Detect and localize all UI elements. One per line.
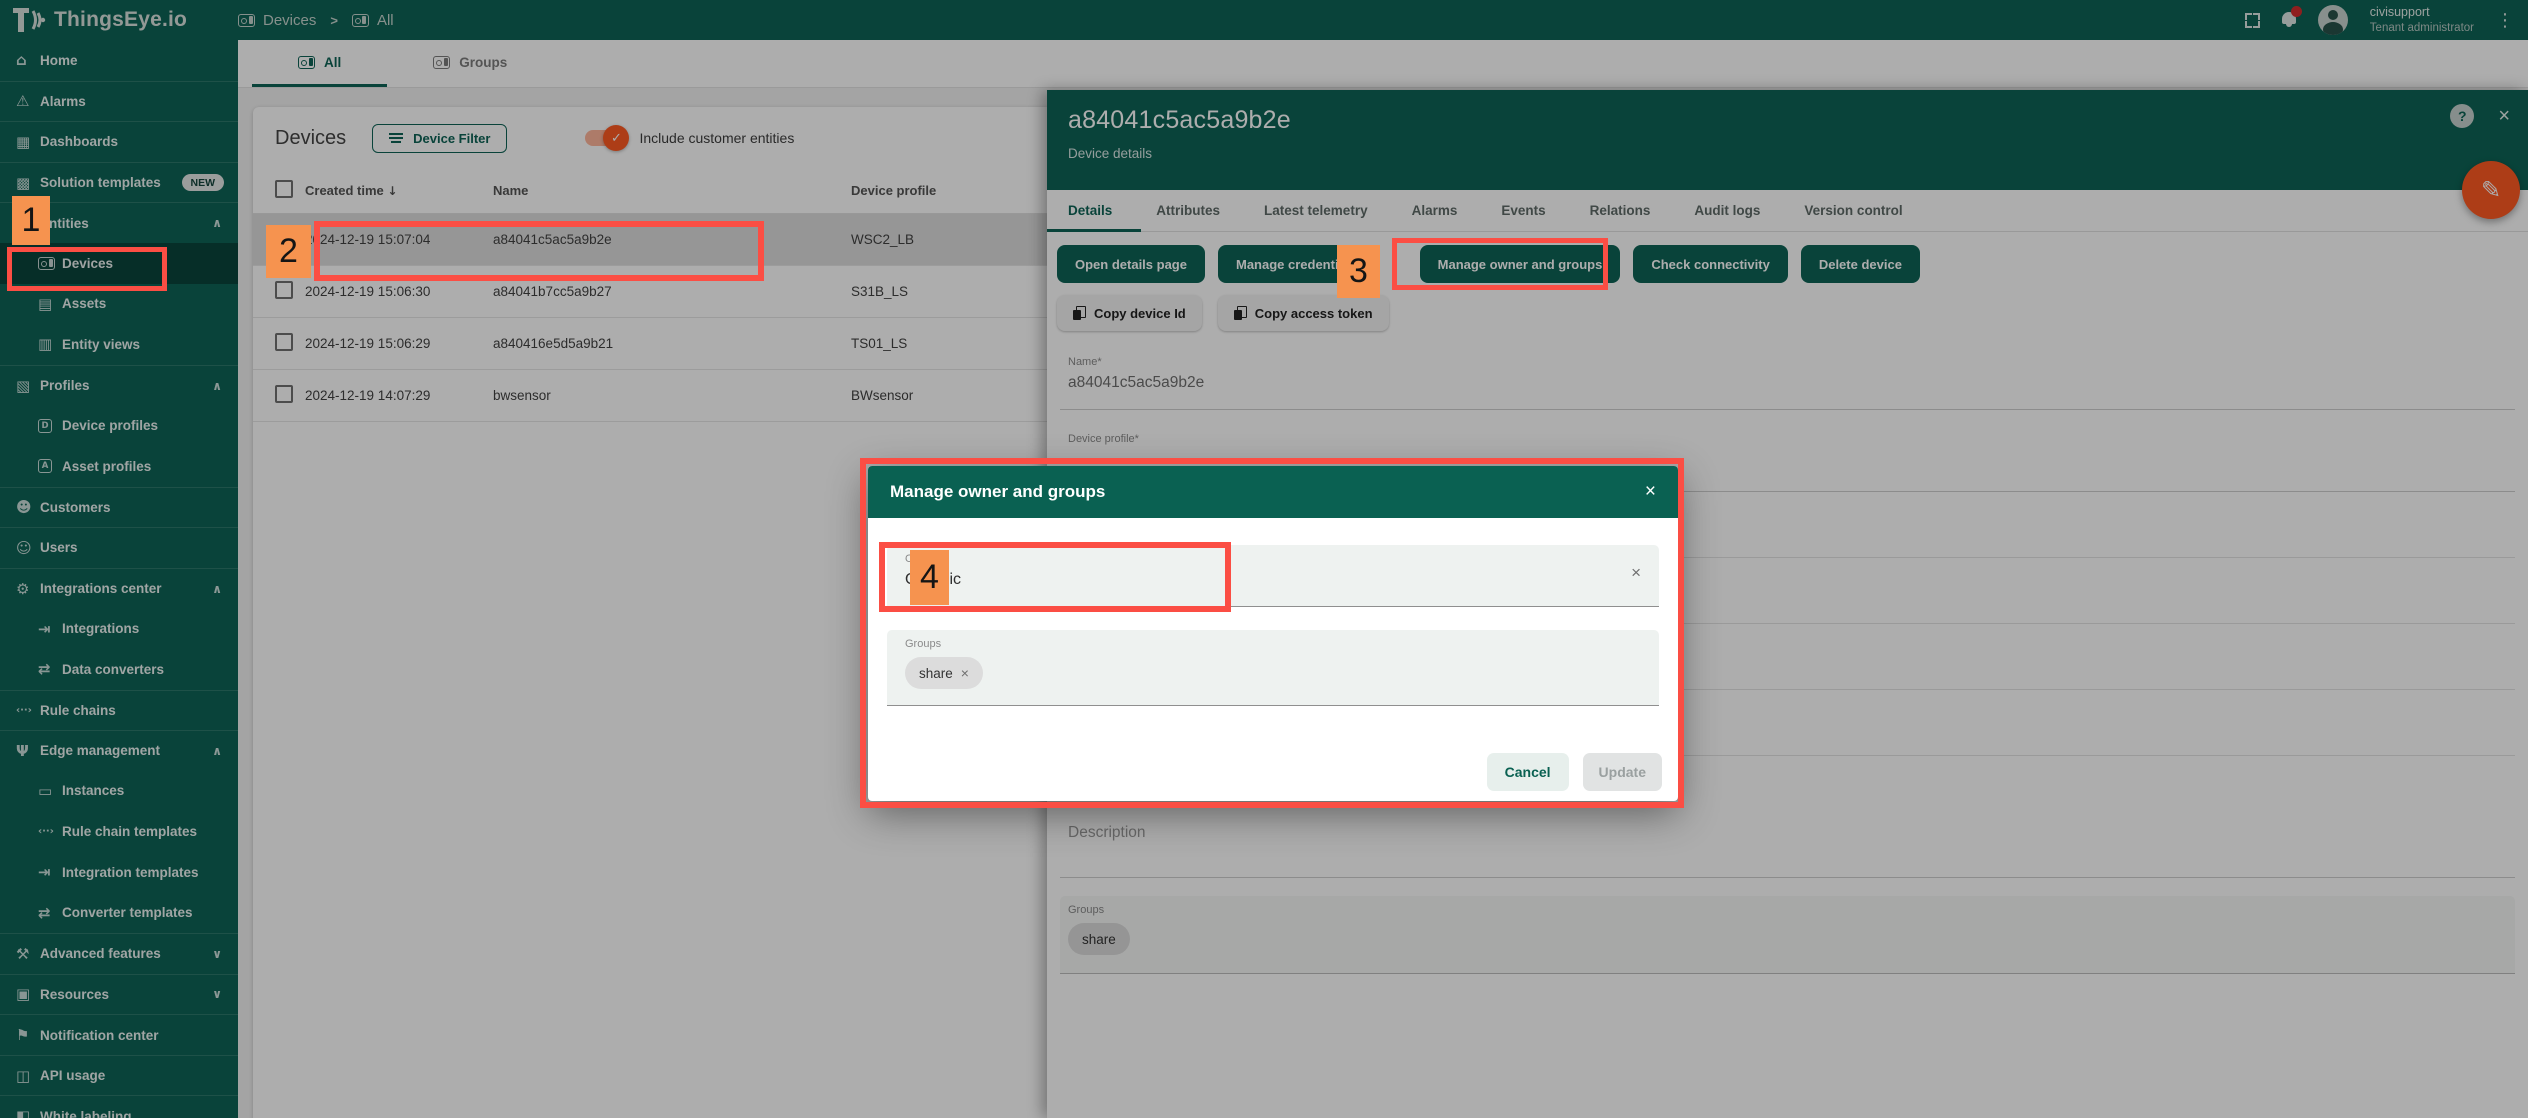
- dialog-title: Manage owner and groups: [890, 482, 1645, 502]
- owner-input[interactable]: [905, 571, 1465, 589]
- groups-field-label: Groups: [905, 638, 1659, 650]
- update-button[interactable]: Update: [1583, 753, 1662, 791]
- cancel-button[interactable]: Cancel: [1487, 753, 1569, 791]
- dialog-buttons: Cancel Update: [1487, 753, 1662, 791]
- clear-icon[interactable]: ×: [1631, 563, 1641, 583]
- dialog-header: Manage owner and groups ×: [868, 466, 1678, 518]
- owner-field-label: Owner: [905, 553, 937, 565]
- owner-field[interactable]: Owner ×: [887, 545, 1659, 607]
- close-icon[interactable]: ×: [1645, 481, 1656, 503]
- manage-owner-and-groups-dialog: Manage owner and groups × Owner × Groups…: [868, 466, 1678, 801]
- group-chip[interactable]: share ×: [905, 657, 983, 689]
- dialog-groups-field[interactable]: Groups share ×: [887, 630, 1659, 706]
- chip-remove-icon[interactable]: ×: [961, 665, 969, 681]
